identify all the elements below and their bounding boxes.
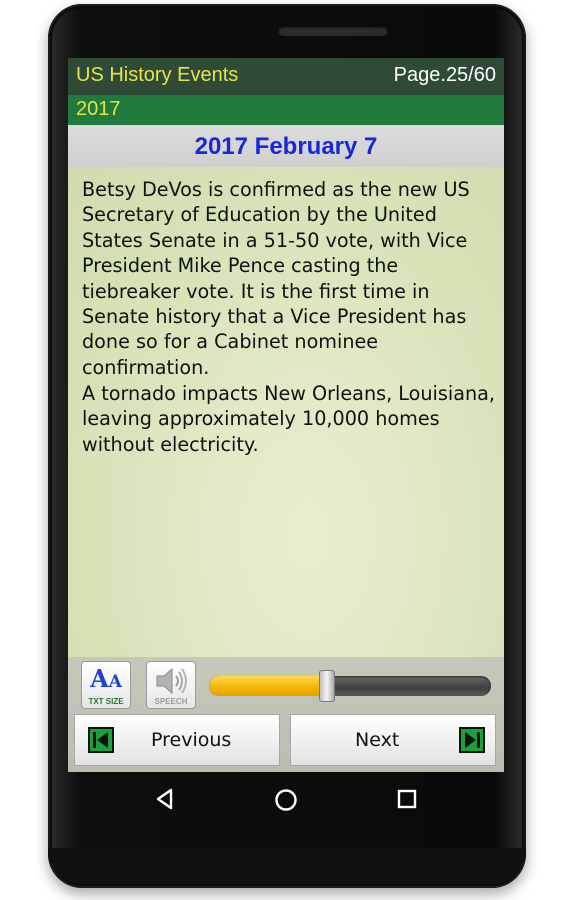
text-size-button[interactable]: AA TXT SIZE [81, 661, 131, 709]
event-paragraph: Betsy DeVos is confirmed as the new US S… [82, 178, 470, 379]
app-title: US History Events [76, 64, 239, 86]
date-bar: 2017 February 7 [68, 125, 504, 167]
text-size-icon: AA [82, 664, 130, 693]
slider-thumb[interactable] [319, 670, 335, 702]
home-circle-icon[interactable] [274, 788, 298, 816]
previous-button[interactable]: Previous [74, 714, 280, 766]
event-paragraph: A tornado impacts New Orleans, Louisiana… [82, 382, 495, 456]
phone-chin [48, 848, 526, 884]
skip-previous-icon [88, 727, 114, 753]
page-indicator: Page.25/60 [393, 64, 496, 86]
back-triangle-icon[interactable] [154, 788, 176, 814]
font-size-slider[interactable] [209, 670, 491, 702]
event-content[interactable]: Betsy DeVos is confirmed as the new US S… [68, 167, 504, 657]
speech-button[interactable]: SPEECH [146, 661, 196, 709]
system-navigation-bar [68, 772, 504, 832]
speech-caption: SPEECH [154, 697, 188, 706]
phone-speaker-grille [278, 26, 388, 36]
slider-fill [209, 676, 327, 696]
date-heading: 2017 February 7 [194, 133, 378, 160]
previous-label: Previous [151, 729, 232, 751]
app-screen: US History Events Page.25/60 2017 2017 F… [68, 58, 504, 772]
skip-next-icon [459, 727, 485, 753]
control-panel: AA TXT SIZE SPEECH Previous Next [68, 657, 504, 772]
text-size-glyph-small: A [108, 672, 122, 692]
next-label: Next [355, 729, 400, 751]
year-label: 2017 [76, 98, 121, 120]
text-size-glyph-large: A [90, 664, 109, 693]
next-button[interactable]: Next [290, 714, 496, 766]
text-size-caption: TXT SIZE [88, 697, 124, 706]
app-header: US History Events Page.25/60 [68, 58, 504, 95]
recents-square-icon[interactable] [396, 788, 418, 814]
year-bar: 2017 [68, 95, 504, 125]
